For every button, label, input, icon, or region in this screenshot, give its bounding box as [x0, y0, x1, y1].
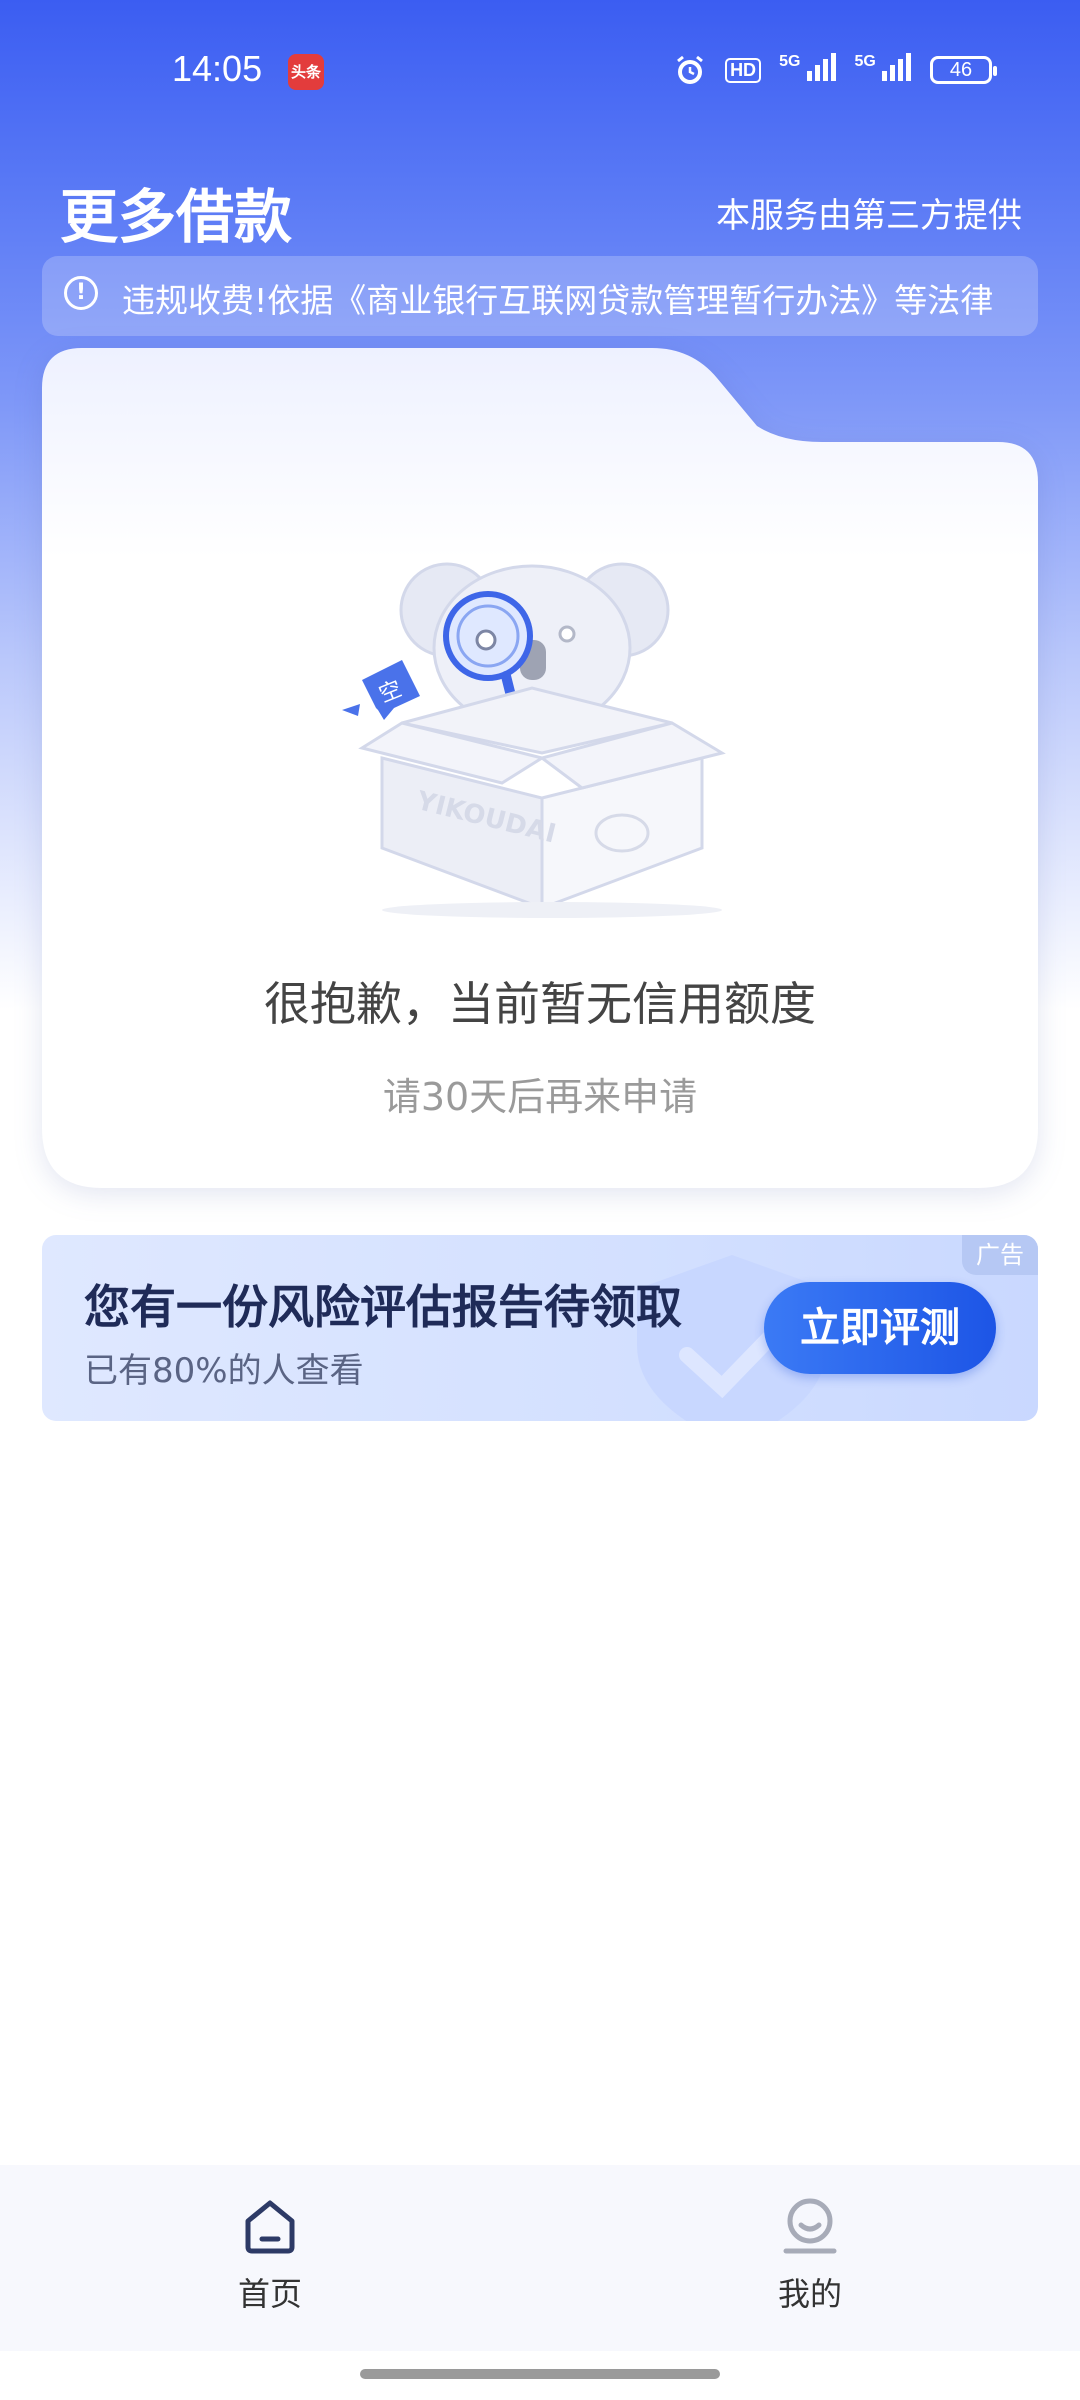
- notice-text: 违规收费!依据《商业银行互联网贷款管理暂行办法》等法律: [122, 281, 994, 318]
- koala-eye-magnified: [475, 629, 497, 651]
- notice-bar[interactable]: ! 违规收费!依据《商业银行互联网贷款管理暂行办法》等法律: [42, 256, 1038, 336]
- nav-item-home[interactable]: 首页: [170, 2195, 370, 2315]
- signal-5g-label-2: 5G: [854, 53, 876, 70]
- ad-subtitle: 已有80%的人查看: [84, 1351, 364, 1391]
- status-time: 14:05: [172, 48, 263, 89]
- ad-tag: 广告: [962, 1235, 1038, 1275]
- empty-state-subtitle: 请30天后再来申请: [382, 1075, 698, 1119]
- signal-bars-icon-2: [882, 53, 911, 81]
- provider-note: 本服务由第三方提供: [716, 196, 1022, 236]
- bubble-tail: [342, 704, 360, 716]
- info-icon: !: [64, 276, 98, 310]
- box-shadow: [382, 902, 722, 918]
- signal-5g-label: 5G: [779, 53, 801, 70]
- nav-label-home: 首页: [237, 2275, 302, 2313]
- profile-icon: [783, 2198, 837, 2254]
- ad-title: 您有一份风险评估报告待领取: [84, 1280, 682, 1334]
- status-icons: HD 5G 5G 46: [673, 50, 997, 90]
- signal-5g-icon: 5G: [779, 53, 836, 87]
- empty-state-card: 空 YIKOUDAI 很抱歉，当前暂无信用额度 请30天后再来申请: [42, 348, 1038, 1188]
- empty-state-title: 很抱歉，当前暂无信用额度: [264, 977, 816, 1031]
- home-icon: [245, 2200, 295, 2254]
- bottom-nav: 首页 我的: [0, 2165, 1080, 2351]
- status-bar: 14:05 头条 HD 5G 5G 46: [0, 0, 1080, 140]
- alarm-icon: [677, 55, 703, 84]
- evaluate-now-button[interactable]: 立即评测: [764, 1282, 996, 1374]
- toutiao-app-icon: 头条: [288, 54, 324, 90]
- empty-box-illustration: 空 YIKOUDAI: [342, 562, 726, 918]
- signal-5g-icon-2: 5G: [855, 53, 912, 87]
- signal-bars-icon: [806, 53, 836, 81]
- box-right-face: [540, 756, 704, 911]
- koala-eye: [558, 625, 576, 643]
- page-title: 更多借款: [60, 183, 293, 251]
- nav-item-mine[interactable]: 我的: [710, 2195, 910, 2315]
- hd-icon: HD: [725, 57, 762, 83]
- home-indicator[interactable]: [360, 2369, 720, 2379]
- nav-label-mine: 我的: [777, 2275, 842, 2313]
- ad-banner[interactable]: 广告 您有一份风险评估报告待领取 已有80%的人查看 立即评测: [42, 1235, 1038, 1421]
- battery-icon: 46: [930, 56, 997, 84]
